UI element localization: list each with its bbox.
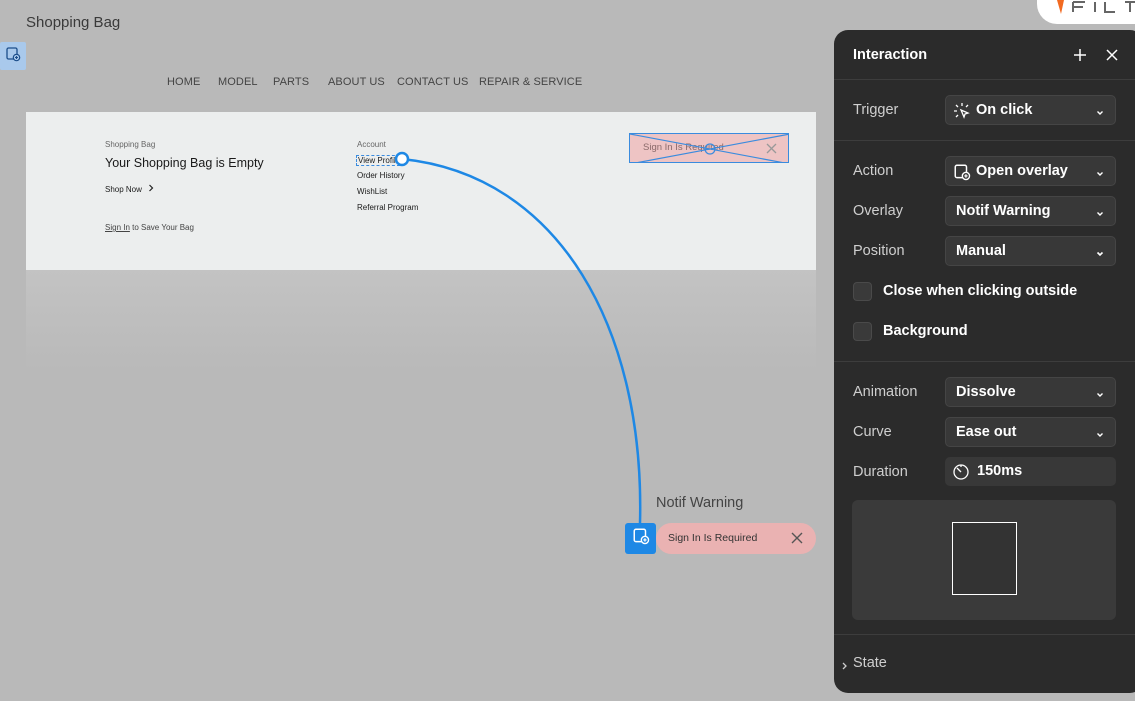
overlay-icon bbox=[953, 163, 971, 186]
animation-select[interactable]: Dissolve bbox=[945, 377, 1116, 407]
plus-icon[interactable] bbox=[1072, 47, 1088, 68]
notif-text: Sign In Is Required bbox=[668, 532, 758, 544]
overlay-value: Notif Warning bbox=[956, 203, 1051, 219]
duration-label: Duration bbox=[853, 464, 908, 480]
overlay-select[interactable]: Notif Warning bbox=[945, 196, 1116, 226]
divider bbox=[834, 634, 1135, 635]
position-value: Manual bbox=[956, 243, 1006, 259]
curve-label: Curve bbox=[853, 424, 892, 440]
action-label: Action bbox=[853, 163, 894, 179]
trigger-value: On click bbox=[976, 102, 1033, 118]
trigger-label: Trigger bbox=[853, 102, 899, 118]
chevron-down-icon bbox=[1095, 166, 1105, 184]
overlay-label: Overlay bbox=[853, 203, 903, 219]
trigger-select[interactable]: On click bbox=[945, 95, 1116, 125]
close-outside-checkbox[interactable] bbox=[853, 282, 872, 301]
action-select[interactable]: Open overlay bbox=[945, 156, 1116, 186]
background-label: Background bbox=[883, 323, 968, 339]
action-value: Open overlay bbox=[976, 163, 1068, 179]
position-select[interactable]: Manual bbox=[945, 236, 1116, 266]
panel-title: Interaction bbox=[853, 47, 928, 63]
close-outside-label: Close when clicking outside bbox=[883, 283, 1078, 299]
animation-preview bbox=[852, 500, 1116, 620]
close-icon[interactable] bbox=[789, 530, 805, 551]
chevron-down-icon bbox=[1095, 387, 1105, 405]
timer-icon bbox=[952, 463, 970, 486]
close-icon[interactable] bbox=[1104, 47, 1120, 68]
animation-label: Animation bbox=[853, 384, 918, 400]
divider bbox=[834, 79, 1135, 80]
curve-select[interactable]: Ease out bbox=[945, 417, 1116, 447]
chevron-down-icon bbox=[1095, 206, 1105, 224]
preview-frame bbox=[952, 522, 1017, 595]
overlay-target-badge[interactable] bbox=[625, 523, 656, 554]
chevron-down-icon bbox=[1095, 105, 1105, 123]
notif-warning-frame[interactable]: Sign In Is Required bbox=[656, 523, 816, 554]
chevron-down-icon bbox=[1095, 427, 1105, 445]
interaction-panel: Interaction Trigger On click Action Open… bbox=[834, 30, 1135, 693]
divider bbox=[834, 361, 1135, 362]
duration-value: 150ms bbox=[977, 463, 1023, 479]
divider bbox=[834, 140, 1135, 141]
click-icon bbox=[953, 102, 971, 125]
position-label: Position bbox=[853, 243, 905, 259]
background-checkbox[interactable] bbox=[853, 322, 872, 341]
animation-value: Dissolve bbox=[956, 384, 1016, 400]
state-section-toggle[interactable]: State bbox=[853, 655, 887, 671]
chevron-right-icon[interactable] bbox=[841, 658, 849, 676]
duration-input[interactable]: 150ms bbox=[945, 457, 1116, 486]
notif-frame-label[interactable]: Notif Warning bbox=[656, 495, 743, 511]
curve-value: Ease out bbox=[956, 424, 1017, 440]
chevron-down-icon bbox=[1095, 246, 1105, 264]
overlay-link-icon bbox=[632, 527, 650, 550]
